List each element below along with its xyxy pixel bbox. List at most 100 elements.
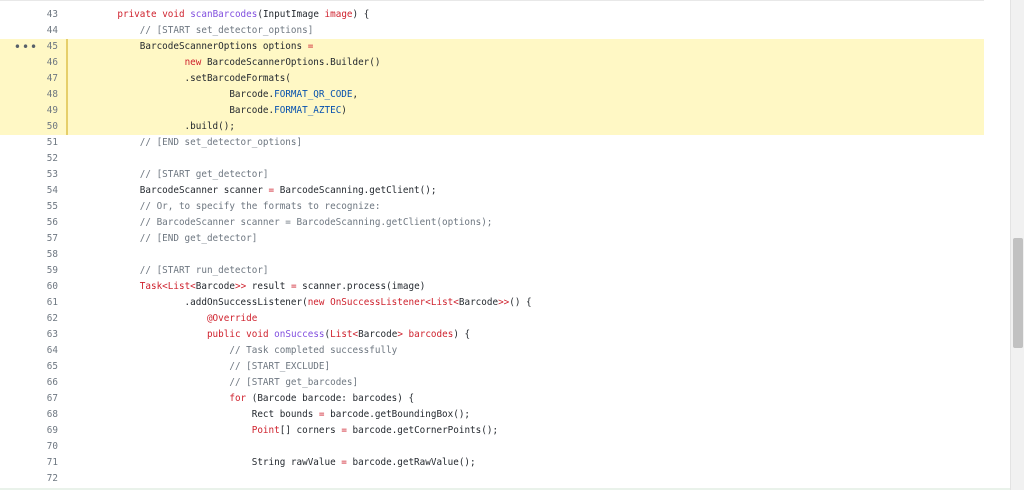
code-token: void: [162, 9, 185, 20]
code-line: 58: [0, 247, 984, 263]
code-text: .setBarcodeFormats(: [95, 71, 291, 87]
code-token: FORMAT_AZTEC: [274, 105, 342, 116]
code-line: 67 for (Barcode barcode: barcodes) {: [0, 391, 984, 407]
code-token: Barcode: [458, 297, 499, 308]
code-token: // BarcodeScanner scanner = BarcodeScann…: [139, 217, 493, 228]
code-token: private: [117, 9, 157, 20]
code-token: // Or, to specify the formats to recogni…: [139, 201, 381, 212]
line-number: 48: [46, 89, 58, 100]
code-view: 43 private void scanBarcodes(InputImage …: [0, 0, 984, 491]
scrollbar-thumb[interactable]: [1013, 238, 1023, 348]
code-token: ) {: [352, 9, 370, 20]
line-number: 55: [46, 201, 58, 212]
line-number: 61: [46, 297, 58, 308]
code-text: .addOnSuccessListener(new OnSuccessListe…: [95, 295, 532, 311]
line-number: 59: [46, 265, 58, 276]
line-number: 43: [46, 9, 58, 20]
code-token: List: [167, 281, 191, 292]
code-text: Point[] corners = barcode.getCornerPoint…: [95, 423, 498, 439]
code-text: Barcode.FORMAT_AZTEC): [95, 103, 347, 119]
code-text: // [START run_detector]: [95, 263, 269, 279]
code-token: // Task completed successfully: [229, 345, 398, 356]
vertical-scrollbar[interactable]: [1010, 0, 1024, 490]
line-number: 47: [46, 73, 58, 84]
line-number: 67: [46, 393, 58, 404]
code-token: List: [330, 329, 353, 340]
code-token: (InputImage: [257, 9, 325, 20]
code-token: Task: [139, 281, 163, 292]
line-number: 52: [46, 153, 58, 164]
code-text: // [END set_detector_options]: [95, 135, 302, 151]
code-line: 50 .build();: [0, 119, 984, 135]
code-text: // Task completed successfully: [95, 343, 397, 359]
line-number: 64: [46, 345, 58, 356]
code-token: barcode.getRawValue();: [346, 457, 476, 468]
code-line: 46 new BarcodeScannerOptions.Builder(): [0, 55, 984, 71]
code-text: @Override: [95, 311, 257, 327]
code-line: 56 // BarcodeScanner scanner = BarcodeSc…: [0, 215, 984, 231]
code-token: .build();: [95, 121, 235, 132]
code-token: .setBarcodeFormats(: [95, 73, 291, 84]
line-number: 50: [46, 121, 58, 132]
code-text: public void onSuccess(List<Barcode> barc…: [95, 327, 470, 343]
code-token: [] corners: [279, 425, 342, 436]
line-number: 44: [46, 25, 58, 36]
code-token: >>: [234, 281, 247, 292]
code-line: 59 // [START run_detector]: [0, 263, 984, 279]
code-token: List: [430, 297, 454, 308]
code-line: 49 Barcode.FORMAT_AZTEC): [0, 103, 984, 119]
code-token: barcode.getBoundingBox();: [324, 409, 471, 420]
code-line: 61 .addOnSuccessListener(new OnSuccessLi…: [0, 295, 984, 311]
code-token: Point: [251, 425, 280, 436]
line-number: 72: [46, 473, 58, 484]
code-text: Task<List<Barcode>> result = scanner.pro…: [95, 279, 426, 295]
highlight-marker: [66, 103, 68, 119]
line-number: 58: [46, 249, 58, 260]
code-token: String rawValue: [95, 457, 342, 468]
code-line: 55 // Or, to specify the formats to reco…: [0, 199, 984, 215]
code-token: BarcodeScanner scanner: [95, 185, 269, 196]
code-token: BarcodeScanning.getClient();: [274, 185, 437, 196]
code-token: void: [246, 329, 269, 340]
line-number: 65: [46, 361, 58, 372]
code-token: (Barcode barcode: barcodes) {: [246, 393, 415, 404]
code-line: 64 // Task completed successfully: [0, 343, 984, 359]
line-number: 68: [46, 409, 58, 420]
highlight-marker: [66, 119, 68, 135]
code-token: Rect bounds: [95, 409, 319, 420]
code-line: 57 // [END get_detector]: [0, 231, 984, 247]
line-number: 49: [46, 105, 58, 116]
code-token: new: [307, 297, 325, 308]
line-number: 56: [46, 217, 58, 228]
code-line: 69 Point[] corners = barcode.getCornerPo…: [0, 423, 984, 439]
code-text: new BarcodeScannerOptions.Builder(): [95, 55, 381, 71]
code-line: 72: [0, 471, 984, 487]
code-token: OnSuccessListener: [330, 297, 426, 308]
code-token: image: [324, 9, 353, 20]
code-token: >>: [498, 297, 510, 308]
code-line: 60 Task<List<Barcode>> result = scanner.…: [0, 279, 984, 295]
code-token: // [END set_detector_options]: [139, 137, 303, 148]
highlight-marker: [66, 87, 68, 103]
line-number: 53: [46, 169, 58, 180]
more-horizontal-icon[interactable]: •••: [13, 39, 39, 55]
code-token: ) {: [453, 329, 471, 340]
code-token: scanBarcodes: [190, 9, 258, 20]
code-token: // [START_EXCLUDE]: [229, 361, 331, 372]
code-token: () {: [509, 297, 532, 308]
line-number: 66: [46, 377, 58, 388]
code-text: // [START get_barcodes]: [95, 375, 358, 391]
code-text: BarcodeScannerOptions options =: [95, 39, 314, 55]
code-token: // [END get_detector]: [139, 233, 258, 244]
line-number: 60: [46, 281, 58, 292]
code-token: Barcode.: [95, 105, 275, 116]
